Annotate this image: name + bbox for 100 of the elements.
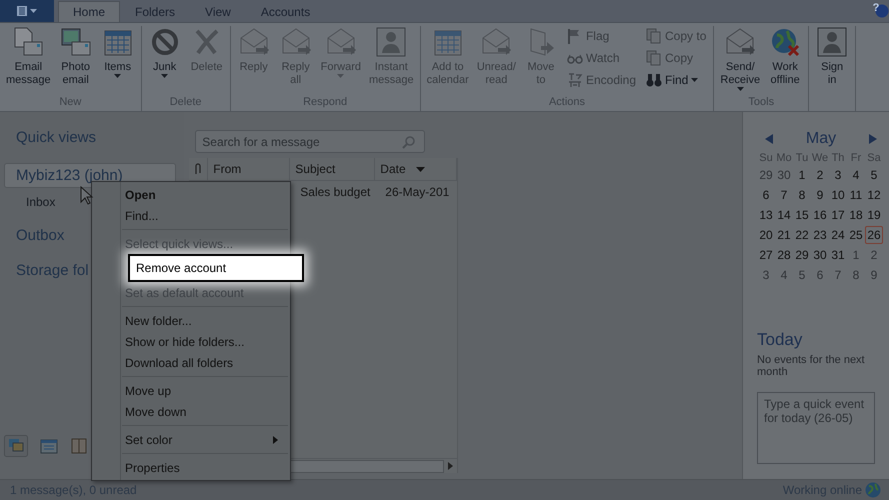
calendar-day[interactable]: 16 — [811, 206, 829, 224]
ribbon-tab[interactable]: Folders — [120, 1, 190, 22]
menu-item[interactable]: Remove account — [128, 254, 304, 282]
folder-pane-item[interactable]: Quick views — [4, 128, 176, 147]
ribbon-button[interactable]: Junk — [144, 26, 185, 96]
calendar-day[interactable]: 19 — [865, 206, 883, 224]
menu-item[interactable]: Set color — [92, 429, 290, 450]
envelope-icon — [238, 26, 270, 58]
calendar-day[interactable]: 1 — [793, 166, 811, 184]
calendar-day[interactable]: 14 — [775, 206, 793, 224]
calendar-day[interactable]: 27 — [757, 246, 775, 264]
column-title: From — [213, 162, 242, 176]
column-header[interactable]: Subject — [290, 158, 376, 180]
calendar-day[interactable]: 7 — [829, 266, 847, 284]
calendar-day[interactable]: 3 — [757, 266, 775, 284]
person-icon — [375, 26, 408, 58]
calendar-month: May — [806, 130, 836, 148]
search-icon — [402, 135, 416, 149]
calendar-day[interactable]: 12 — [865, 186, 883, 204]
app-menu-button[interactable] — [0, 0, 54, 22]
calendar-icon[interactable] — [40, 438, 58, 454]
search-field[interactable]: Search for a message — [195, 130, 426, 153]
calendar-day[interactable]: 20 — [757, 226, 775, 244]
ribbon-tab[interactable]: Accounts — [246, 1, 326, 22]
calendar-day[interactable]: 17 — [829, 206, 847, 224]
calendar-day[interactable]: 22 — [793, 226, 811, 244]
quick-event-field[interactable]: Type a quick event for today (26-05) — [757, 392, 875, 464]
menu-item[interactable]: Download all folders — [92, 352, 290, 373]
calendar-day[interactable]: 8 — [793, 186, 811, 204]
calendar-day[interactable]: 6 — [757, 186, 775, 204]
help-icon[interactable] — [875, 4, 889, 18]
calendar-day[interactable]: 2 — [865, 246, 883, 264]
calendar-day[interactable]: 9 — [865, 266, 883, 284]
calendar-day[interactable]: 18 — [847, 206, 865, 224]
calendar-day[interactable]: 11 — [847, 186, 865, 204]
calendar-day[interactable]: 29 — [757, 166, 775, 184]
menu-item[interactable]: New folder... — [92, 310, 290, 331]
ribbon-button[interactable]: Photo email — [56, 26, 96, 96]
scroll-right-icon[interactable] — [448, 462, 454, 470]
pages-icon — [646, 50, 662, 66]
photo-icon — [60, 26, 92, 58]
calendar-day[interactable]: 26 — [865, 226, 883, 244]
calendar-day[interactable]: 8 — [847, 266, 865, 284]
calendar-day[interactable]: 29 — [793, 246, 811, 264]
menu-item[interactable]: Properties — [92, 457, 290, 478]
column-header[interactable]: Date — [375, 158, 458, 180]
calendar-day[interactable]: 30 — [811, 246, 829, 264]
help-label[interactable]: ? — [869, 2, 883, 14]
ribbon-button[interactable]: Work offline — [765, 26, 806, 96]
today-heading: Today — [757, 330, 804, 350]
ribbon-button[interactable]: Sign in — [812, 26, 852, 96]
pages-icon — [646, 28, 662, 44]
column-title: Date — [380, 162, 406, 176]
calendar-day[interactable]: 4 — [847, 166, 865, 184]
menu-item[interactable]: Find... — [92, 205, 290, 226]
ribbon-tab[interactable]: View — [190, 1, 246, 22]
ribbon-button[interactable]: Email message — [3, 26, 54, 96]
ribbon-button[interactable]: Items — [98, 26, 138, 96]
menu-item[interactable]: Move down — [92, 401, 290, 422]
binoculars-icon — [646, 72, 662, 88]
ribbon-tab[interactable]: Home — [58, 1, 120, 22]
ribbon-button[interactable]: Find — [646, 70, 706, 89]
calendar-day[interactable]: 28 — [775, 246, 793, 264]
calendar-day[interactable]: 2 — [811, 166, 829, 184]
next-month-icon[interactable] — [868, 134, 877, 144]
previous-month-icon[interactable] — [765, 134, 773, 144]
text-icon — [566, 72, 583, 88]
calendar-day[interactable]: 31 — [829, 246, 847, 264]
calendar-day[interactable]: 5 — [793, 266, 811, 284]
envelope-icon — [280, 26, 312, 58]
menu-item[interactable]: Show or hide folders... — [92, 331, 290, 352]
column-title: Subject — [295, 162, 336, 176]
calendar-day[interactable]: 21 — [775, 226, 793, 244]
calendar-day[interactable]: 15 — [793, 206, 811, 224]
calendar-day[interactable]: 7 — [775, 186, 793, 204]
calendar-day[interactable]: 13 — [757, 206, 775, 224]
menu-item[interactable]: Move up — [92, 380, 290, 401]
calendar-day[interactable]: 25 — [847, 226, 865, 244]
calendar-day[interactable]: 3 — [829, 166, 847, 184]
table-cell-text: Sales budget — [299, 184, 372, 201]
person-icon — [816, 26, 848, 58]
mail-icon[interactable] — [4, 435, 28, 457]
envelope-icon — [480, 26, 512, 58]
calendar-day[interactable]: 5 — [865, 166, 883, 184]
calendar-day[interactable]: 24 — [829, 226, 847, 244]
ribbon-button[interactable]: Send/ Receive — [717, 26, 764, 96]
no-events-text: No events for the next month — [757, 354, 866, 378]
column-header[interactable]: From — [208, 158, 290, 180]
calendar-day[interactable]: 9 — [811, 186, 829, 204]
mouse-pointer-icon — [80, 186, 94, 206]
calendar-day[interactable]: 1 — [847, 246, 865, 264]
calendar-day[interactable]: 4 — [775, 266, 793, 284]
calendar-day[interactable]: 30 — [775, 166, 793, 184]
contacts-icon[interactable] — [70, 438, 88, 454]
table-cell-text: 26-May-201 — [384, 184, 450, 201]
calendar-day[interactable]: 6 — [811, 266, 829, 284]
globe-icon — [865, 482, 881, 498]
paperclip-icon — [194, 163, 202, 175]
calendar-day[interactable]: 10 — [829, 186, 847, 204]
calendar-day[interactable]: 23 — [811, 226, 829, 244]
